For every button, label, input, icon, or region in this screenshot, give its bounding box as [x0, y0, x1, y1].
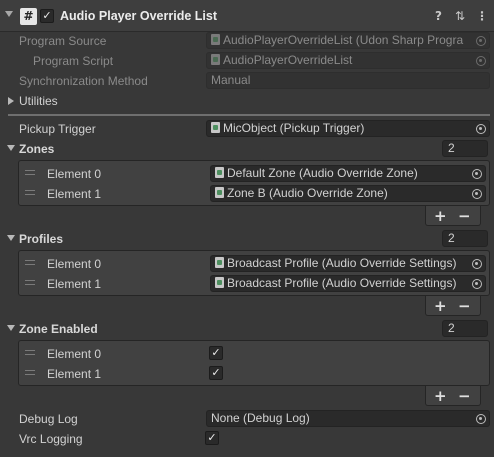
- program-script-label: Program Script: [33, 54, 114, 68]
- separator: [8, 114, 490, 116]
- drag-handle-icon[interactable]: [25, 260, 35, 265]
- zone-enabled-element-0-label: Element 0: [47, 347, 102, 361]
- sync-method-label: Synchronization Method: [19, 74, 148, 88]
- component-title: Audio Player Override List: [60, 9, 217, 23]
- profiles-element-0-label: Element 0: [47, 257, 102, 271]
- program-script-field: AudioPlayerOverrideList: [206, 52, 490, 69]
- help-icon[interactable]: ?: [435, 9, 442, 23]
- debug-log-label: Debug Log: [19, 412, 78, 426]
- component-icon: [215, 277, 224, 288]
- profiles-element-1-label: Element 1: [47, 277, 102, 291]
- object-picker-icon[interactable]: [472, 279, 482, 289]
- profiles-list-controls: + −: [425, 296, 481, 316]
- zone-enabled-element-0-checkbox[interactable]: ✓: [209, 346, 223, 360]
- zones-element-1-field[interactable]: Zone B (Audio Override Zone): [210, 185, 486, 202]
- script-icon: #: [20, 8, 37, 25]
- zone-enabled-list-controls: + −: [425, 386, 481, 406]
- zones-list-controls: + −: [425, 206, 481, 226]
- pickup-trigger-field[interactable]: MicObject (Pickup Trigger): [206, 120, 490, 137]
- program-source-label: Program Source: [19, 34, 107, 48]
- debug-log-field[interactable]: None (Debug Log): [206, 410, 490, 427]
- zone-enabled-element-1-label: Element 1: [47, 367, 102, 381]
- program-source-field: AudioPlayerOverrideList (Udon Sharp Prog…: [206, 32, 490, 49]
- pickup-trigger-label: Pickup Trigger: [19, 122, 96, 136]
- profiles-foldout[interactable]: Profiles: [19, 232, 63, 246]
- component-icon: [211, 122, 220, 133]
- zone-enabled-element-1-checkbox[interactable]: ✓: [209, 366, 223, 380]
- zones-foldout-icon[interactable]: [7, 145, 15, 151]
- vrc-logging-checkbox[interactable]: ✓: [205, 431, 219, 445]
- zones-element-0-label: Element 0: [47, 167, 102, 181]
- profiles-size-field[interactable]: 2: [442, 230, 488, 247]
- utilities-foldout[interactable]: Utilities: [19, 94, 58, 108]
- presets-icon[interactable]: ⇅: [455, 9, 465, 23]
- foldout-arrow-icon[interactable]: [5, 11, 13, 17]
- vrc-logging-label: Vrc Logging: [19, 432, 83, 446]
- context-menu-icon[interactable]: ⋮: [476, 9, 488, 23]
- zone-enabled-foldout[interactable]: Zone Enabled: [19, 322, 98, 336]
- script-asset-icon: [211, 54, 220, 65]
- zones-add-button[interactable]: +: [434, 207, 447, 225]
- profiles-element-1-field[interactable]: Broadcast Profile (Audio Override Settin…: [210, 275, 486, 292]
- sync-method-dropdown: Manual: [206, 72, 490, 89]
- object-picker-icon[interactable]: [472, 189, 482, 199]
- drag-handle-icon[interactable]: [25, 190, 35, 195]
- object-picker-icon[interactable]: [476, 414, 486, 424]
- component-icon: [215, 167, 224, 178]
- zone-enabled-add-button[interactable]: +: [434, 387, 447, 405]
- object-picker-icon[interactable]: [472, 259, 482, 269]
- zones-element-0-field[interactable]: Default Zone (Audio Override Zone): [210, 165, 486, 182]
- profiles-remove-button[interactable]: −: [458, 297, 471, 315]
- object-picker-icon: [476, 36, 486, 46]
- zones-foldout[interactable]: Zones: [19, 142, 54, 156]
- profiles-add-button[interactable]: +: [434, 297, 447, 315]
- zones-remove-button[interactable]: −: [458, 207, 471, 225]
- drag-handle-icon[interactable]: [25, 280, 35, 285]
- object-picker-icon[interactable]: [472, 169, 482, 179]
- profiles-element-0-field[interactable]: Broadcast Profile (Audio Override Settin…: [210, 255, 486, 272]
- zones-element-1-label: Element 1: [47, 187, 102, 201]
- utilities-foldout-icon[interactable]: [8, 97, 14, 105]
- drag-handle-icon[interactable]: [25, 370, 35, 375]
- component-icon: [215, 187, 224, 198]
- component-enabled-checkbox[interactable]: ✓: [40, 9, 54, 23]
- drag-handle-icon[interactable]: [25, 170, 35, 175]
- zone-enabled-remove-button[interactable]: −: [458, 387, 471, 405]
- profiles-foldout-icon[interactable]: [7, 235, 15, 241]
- zone-enabled-foldout-icon[interactable]: [7, 325, 15, 331]
- component-header: # ✓ Audio Player Override List ? ⇅ ⋮: [0, 0, 494, 32]
- zone-enabled-size-field[interactable]: 2: [442, 320, 488, 337]
- zones-size-field[interactable]: 2: [442, 140, 488, 157]
- object-picker-icon: [476, 56, 486, 66]
- component-icon: [215, 257, 224, 268]
- drag-handle-icon[interactable]: [25, 350, 35, 355]
- udon-program-icon: [211, 34, 220, 45]
- object-picker-icon[interactable]: [476, 124, 486, 134]
